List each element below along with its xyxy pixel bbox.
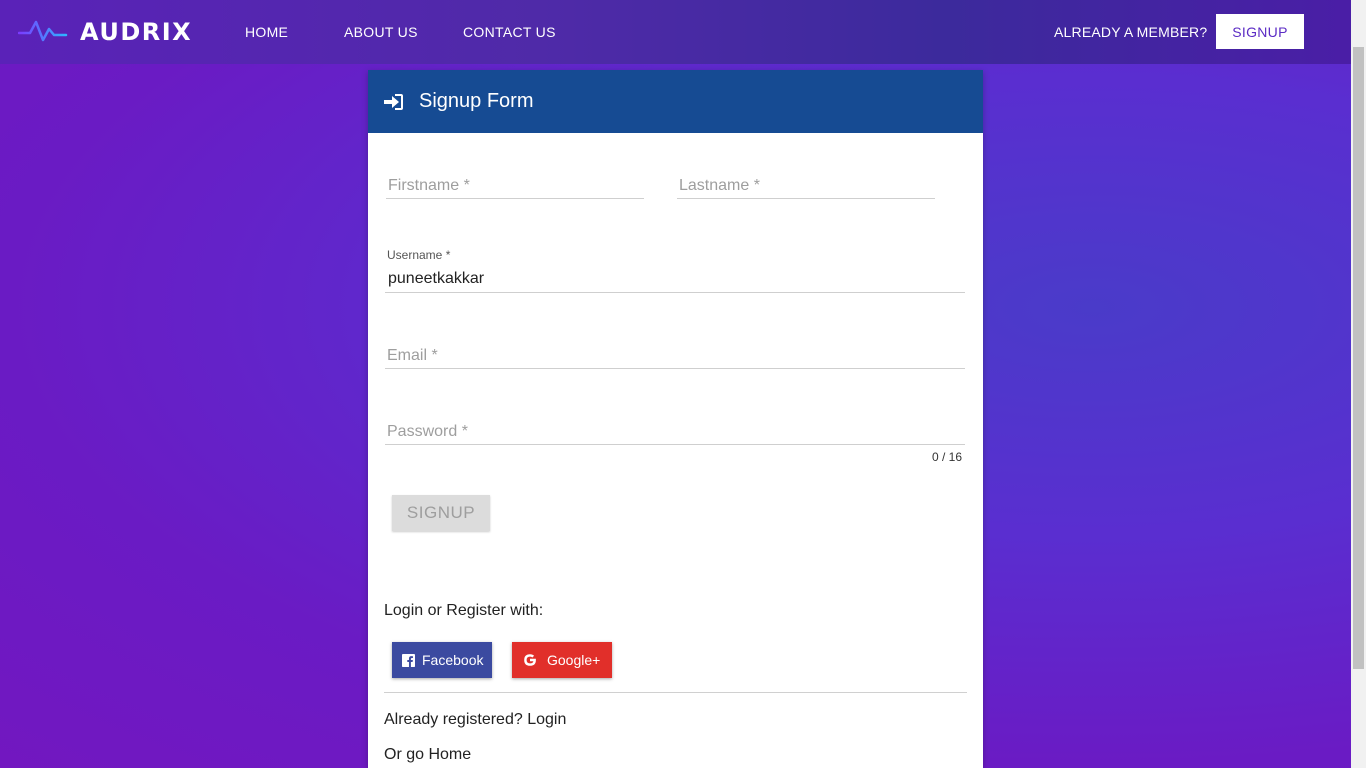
email-underline: [385, 368, 965, 369]
go-home-link[interactable]: Or go Home: [384, 746, 471, 764]
firstname-field[interactable]: Firstname *: [386, 170, 644, 200]
nav-contact-link[interactable]: CONTACT US: [463, 24, 556, 40]
facebook-login-button[interactable]: Facebook: [392, 642, 492, 678]
lastname-underline: [677, 198, 935, 199]
username-underline: [385, 292, 965, 293]
lastname-field[interactable]: Lastname *: [677, 170, 935, 200]
google-label: Google+: [547, 652, 601, 668]
facebook-label: Facebook: [422, 652, 484, 668]
nav-signup-button[interactable]: SIGNUP: [1216, 14, 1304, 49]
brand[interactable]: AUDRIX: [18, 16, 192, 48]
nav-home-link[interactable]: HOME: [245, 24, 288, 40]
page-scrollbar[interactable]: [1351, 0, 1366, 768]
signup-card: Signup Form Firstname * Lastname * Usern…: [368, 70, 983, 768]
facebook-icon: [401, 653, 415, 667]
pulse-logo-icon: [18, 20, 68, 42]
card-header: Signup Form: [368, 70, 983, 133]
password-underline: [385, 444, 965, 445]
lastname-placeholder: Lastname *: [679, 177, 760, 194]
firstname-placeholder: Firstname *: [388, 177, 470, 194]
username-label: Username *: [387, 248, 451, 262]
email-placeholder: Email *: [387, 347, 438, 364]
password-char-counter: 0 / 16: [932, 450, 963, 464]
signup-submit-button[interactable]: SIGNUP: [392, 495, 490, 531]
username-value[interactable]: puneetkakkar: [388, 270, 484, 288]
username-field[interactable]: Username * puneetkakkar: [385, 246, 965, 294]
social-login-label: Login or Register with:: [384, 602, 544, 619]
divider: [384, 692, 967, 693]
email-field[interactable]: Email *: [385, 340, 965, 370]
top-navbar: AUDRIX HOME ABOUT US CONTACT US ALREADY …: [0, 0, 1351, 64]
firstname-underline: [386, 198, 644, 199]
form-title: Signup Form: [419, 90, 534, 112]
brand-name: AUDRIX: [80, 18, 193, 46]
password-field[interactable]: Password *: [385, 416, 965, 446]
google-icon: [523, 653, 537, 667]
nav-about-link[interactable]: ABOUT US: [344, 24, 418, 40]
already-member-text[interactable]: ALREADY A MEMBER?: [1054, 24, 1207, 40]
sign-in-icon: [384, 93, 403, 110]
login-link[interactable]: Already registered? Login: [384, 711, 566, 729]
google-login-button[interactable]: Google+: [512, 642, 612, 678]
password-placeholder: Password *: [387, 423, 468, 440]
scrollbar-thumb[interactable]: [1353, 47, 1364, 669]
